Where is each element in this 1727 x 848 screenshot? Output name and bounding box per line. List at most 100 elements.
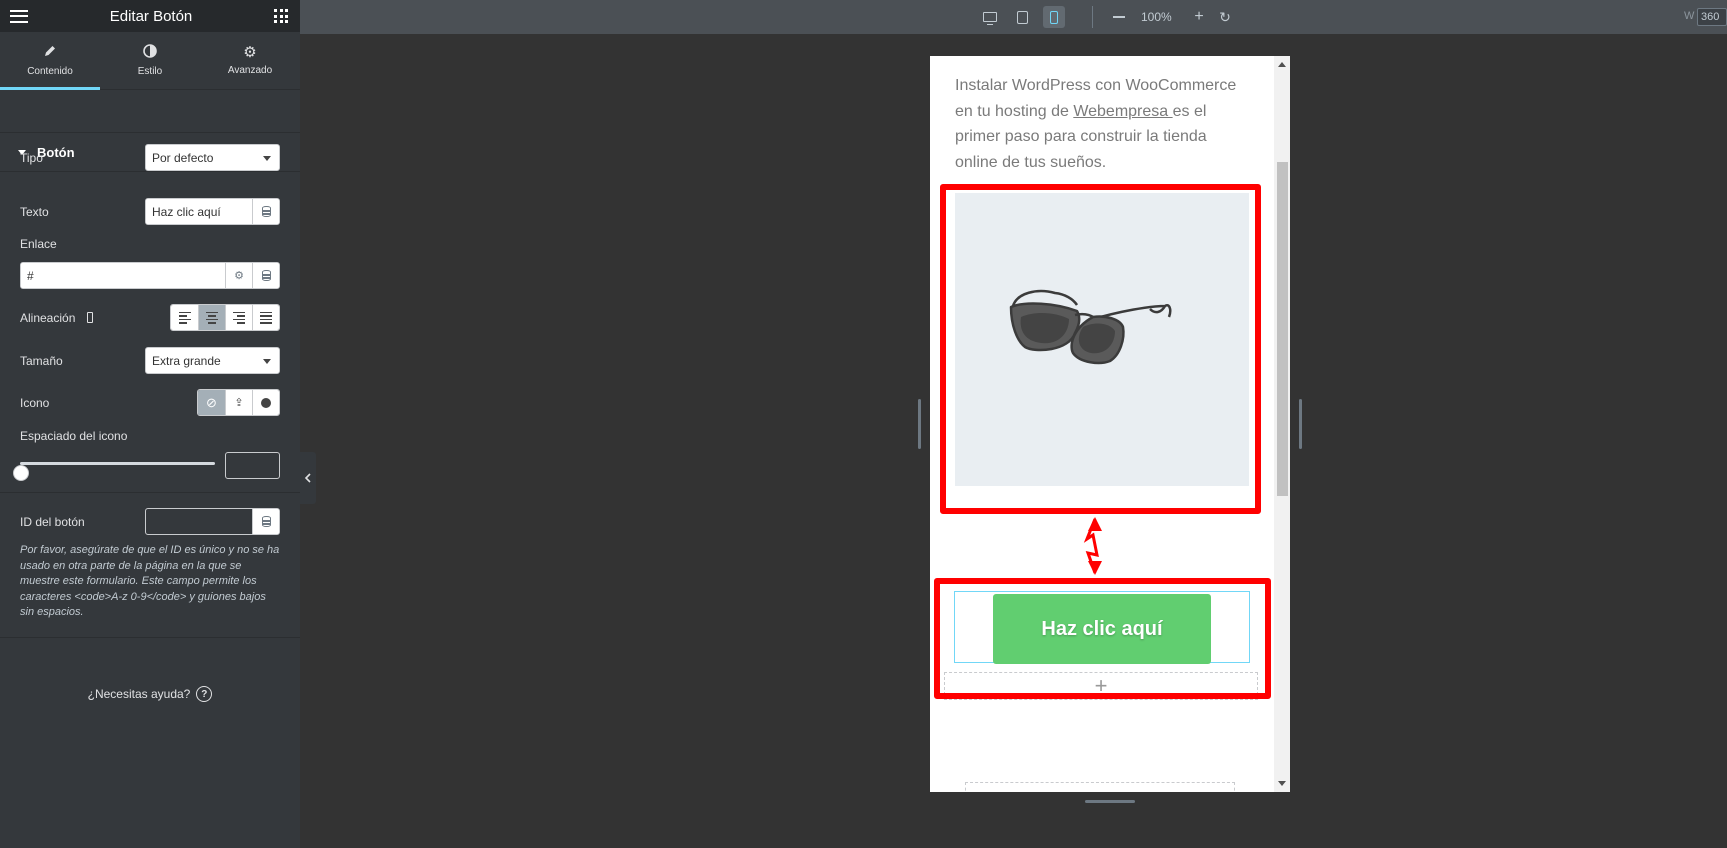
database-icon — [261, 516, 271, 527]
icon-library-button[interactable] — [252, 390, 279, 415]
help-link[interactable]: ¿Necesitas ayuda? ? — [0, 686, 300, 702]
align-center-button[interactable] — [198, 305, 225, 330]
tab-label: Estilo — [137, 66, 163, 77]
spacing-arrow-icon — [1083, 517, 1102, 575]
reset-zoom-button[interactable]: ↻ — [1216, 8, 1234, 26]
question-circle-icon: ? — [196, 686, 213, 702]
editor-panel: Editar Botón Contenido Estilo ⚙ Avanzado… — [0, 0, 300, 848]
icon-upload-button[interactable]: ⇪ — [225, 390, 252, 415]
align-justify-icon — [260, 311, 272, 324]
scroll-up-icon[interactable] — [1278, 62, 1286, 67]
database-icon — [261, 270, 271, 281]
field-espaciado-label-row: Espaciado del icono — [20, 428, 280, 444]
field-label: ID del botón — [20, 514, 85, 529]
dynamic-tags-button[interactable] — [252, 509, 279, 534]
field-texto: Texto Haz clic aquí — [20, 198, 280, 225]
zoom-in-button[interactable]: + — [1190, 8, 1208, 26]
align-right-button[interactable] — [225, 305, 252, 330]
menu-icon[interactable] — [10, 9, 28, 23]
texto-input[interactable]: Haz clic aquí — [146, 199, 252, 224]
spacing-number-input[interactable] — [225, 452, 280, 479]
field-label: Enlace — [20, 237, 57, 251]
field-tamano: Tamaño Extra grande — [20, 347, 280, 374]
field-tipo: Tipo Por defecto — [20, 144, 280, 171]
plus-icon: + — [1194, 8, 1204, 25]
mobile-view-button[interactable] — [1043, 6, 1065, 28]
scroll-thumb[interactable] — [1277, 162, 1288, 496]
width-label: W — [1684, 10, 1695, 22]
help-text: ¿Necesitas ayuda? — [87, 687, 191, 701]
widgets-grid-icon[interactable] — [274, 9, 288, 23]
dynamic-tags-button[interactable] — [252, 199, 279, 224]
circle-icon — [261, 397, 271, 408]
webempresa-link[interactable]: Webempresa — [1073, 103, 1172, 120]
chevron-left-icon — [304, 473, 311, 483]
field-description: Por favor, asegúrate de que el ID es úni… — [20, 544, 280, 618]
align-right-icon — [233, 311, 245, 324]
contrast-icon — [143, 44, 157, 62]
align-left-button[interactable] — [171, 305, 198, 330]
align-center-icon — [206, 311, 218, 324]
divider — [1092, 6, 1093, 28]
mobile-device-icon[interactable] — [87, 312, 94, 323]
alignment-control — [170, 304, 280, 331]
field-label: Espaciado del icono — [20, 429, 128, 443]
id-input[interactable] — [146, 509, 252, 534]
select-value: Por defecto — [152, 150, 214, 165]
panel-footer-area — [0, 637, 300, 848]
mobile-icon — [1050, 10, 1058, 24]
resize-handle-bottom[interactable] — [1085, 800, 1135, 803]
spacing-slider-track[interactable] — [13, 462, 215, 481]
select-value: Extra grande — [152, 353, 221, 368]
preview-paragraph: Instalar WordPress con WooCommerce en tu… — [955, 73, 1245, 175]
tamano-select[interactable]: Extra grande — [145, 347, 280, 374]
tipo-select[interactable]: Por defecto — [145, 144, 280, 171]
divider — [0, 492, 300, 493]
tablet-icon — [1016, 10, 1028, 24]
field-enlace: # ⚙ — [20, 262, 280, 289]
enlace-input[interactable]: # — [21, 263, 225, 288]
spacing-slider-handle[interactable] — [13, 465, 29, 481]
desktop-view-button[interactable] — [981, 8, 999, 26]
annotation-box-button — [934, 578, 1271, 699]
icon-none-button[interactable]: ⊘ — [198, 390, 225, 415]
scroll-down-icon[interactable] — [1278, 781, 1286, 786]
field-label: Icono — [20, 395, 50, 410]
tab-estilo[interactable]: Estilo — [100, 32, 200, 89]
id-input-group — [145, 508, 280, 535]
empty-section-placeholder — [965, 782, 1235, 792]
width-input[interactable]: 360 — [1697, 8, 1727, 26]
field-id-boton: ID del botón — [20, 508, 280, 535]
preview-scrollbar[interactable] — [1274, 56, 1290, 792]
enlace-input-group: # ⚙ — [20, 262, 280, 289]
gear-icon: ⚙ — [243, 44, 257, 61]
desktop-icon — [983, 12, 997, 25]
field-alineacion: Alineación — [20, 304, 280, 331]
resize-handle-right[interactable] — [1299, 399, 1302, 449]
tab-contenido[interactable]: Contenido — [0, 32, 100, 90]
panel-title: Editar Botón — [109, 7, 193, 25]
dynamic-tags-button[interactable] — [252, 263, 279, 288]
collapse-panel-button[interactable] — [300, 452, 316, 504]
align-left-icon — [178, 311, 191, 324]
panel-tabs: Contenido Estilo ⚙ Avanzado — [0, 32, 300, 90]
refresh-icon: ↻ — [1219, 8, 1231, 25]
chevron-down-icon — [263, 359, 271, 364]
tab-label: Avanzado — [227, 65, 273, 76]
align-justify-button[interactable] — [252, 305, 279, 330]
zoom-out-button[interactable] — [1110, 8, 1128, 26]
field-label: Texto — [20, 204, 49, 219]
resize-handle-left[interactable] — [918, 399, 921, 449]
ban-icon: ⊘ — [206, 394, 217, 410]
responsive-toolbar: 100% + ↻ W 360 — [300, 0, 1727, 34]
pencil-icon — [43, 44, 57, 62]
tab-avanzado[interactable]: ⚙ Avanzado — [200, 32, 300, 89]
field-label: Tipo — [20, 150, 43, 165]
minus-icon — [1113, 16, 1125, 18]
tablet-view-button[interactable] — [1013, 8, 1031, 26]
field-icono: Icono ⊘ ⇪ — [20, 389, 280, 416]
link-options-button[interactable]: ⚙ — [225, 263, 252, 288]
tab-label: Contenido — [27, 66, 73, 77]
annotation-box-image — [940, 184, 1261, 514]
field-espaciado — [13, 452, 280, 481]
